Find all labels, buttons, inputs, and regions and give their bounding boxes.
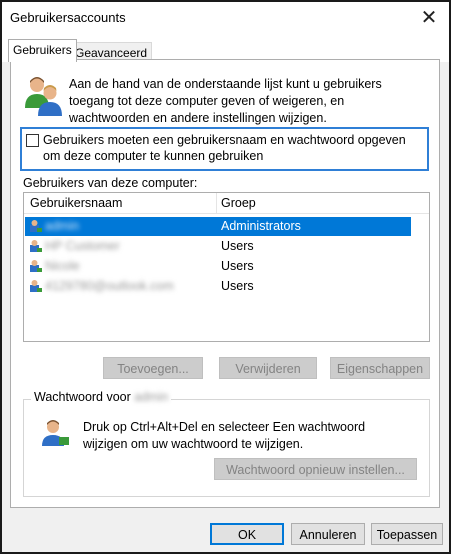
cancel-button[interactable]: Annuleren — [291, 523, 365, 545]
table-row[interactable]: HP Customer Users — [25, 237, 411, 256]
add-user-button[interactable]: Toevoegen... — [103, 357, 203, 379]
user-password-icon — [42, 420, 69, 446]
table-row[interactable]: 4129780@outlook.com Users — [25, 277, 411, 296]
user-name: Nicole — [45, 259, 80, 273]
window-title: Gebruikersaccounts — [10, 10, 126, 25]
user-group: Users — [221, 239, 254, 253]
column-divider[interactable] — [216, 193, 217, 213]
title-bar: Gebruikersaccounts ✕ — [2, 2, 449, 34]
password-legend-user: admin — [134, 390, 169, 404]
user-group: Users — [221, 279, 254, 293]
close-icon[interactable]: ✕ — [415, 4, 443, 32]
user-icon — [30, 280, 42, 292]
require-login-label[interactable]: Gebruikers moeten een gebruikersnaam en … — [43, 132, 423, 164]
password-legend-prefix: Wachtwoord voor — [34, 390, 131, 404]
apply-button[interactable]: Toepassen — [371, 523, 443, 545]
password-instructions: Druk op Ctrl+Alt+Del en selecteer Een wa… — [83, 420, 366, 451]
properties-button[interactable]: Eigenschappen — [330, 357, 430, 379]
require-login-checkbox[interactable] — [26, 134, 39, 147]
remove-user-button[interactable]: Verwijderen — [219, 357, 317, 379]
users-list[interactable]: Gebruikersnaam Groep admin Administrator… — [23, 192, 430, 342]
user-name: admin — [45, 219, 80, 233]
column-header-username[interactable]: Gebruikersnaam — [30, 196, 122, 210]
user-icon — [30, 260, 42, 272]
user-icon — [30, 240, 42, 252]
list-header: Gebruikersnaam Groep — [24, 193, 429, 214]
users-list-label: Gebruikers van deze computer: — [23, 176, 198, 190]
reset-password-button[interactable]: Wachtwoord opnieuw instellen... — [214, 458, 417, 480]
user-group: Administrators — [221, 219, 301, 233]
password-groupbox-title: Wachtwoord voor admin — [31, 390, 172, 404]
users-tab-panel: Aan de hand van de onderstaande lijst ku… — [10, 59, 440, 508]
user-icon — [30, 220, 42, 232]
tab-strip: Gebruikers Geavanceerd — [2, 34, 449, 63]
user-name: 4129780@outlook.com — [45, 279, 174, 293]
column-header-group[interactable]: Groep — [221, 196, 256, 210]
users-icon — [25, 77, 62, 116]
table-row[interactable]: admin Administrators — [25, 217, 411, 236]
tab-gebruikers[interactable]: Gebruikers — [8, 39, 77, 62]
user-name: HP Customer — [45, 239, 120, 253]
user-group: Users — [221, 259, 254, 273]
ok-button[interactable]: OK — [210, 523, 284, 545]
intro-text: Aan de hand van de onderstaande lijst ku… — [69, 77, 382, 125]
user-accounts-dialog: Gebruikersaccounts ✕ Gebruikers Geavance… — [0, 0, 451, 554]
require-login-option[interactable]: Gebruikers moeten een gebruikersnaam en … — [20, 127, 429, 171]
table-row[interactable]: Nicole Users — [25, 257, 411, 276]
